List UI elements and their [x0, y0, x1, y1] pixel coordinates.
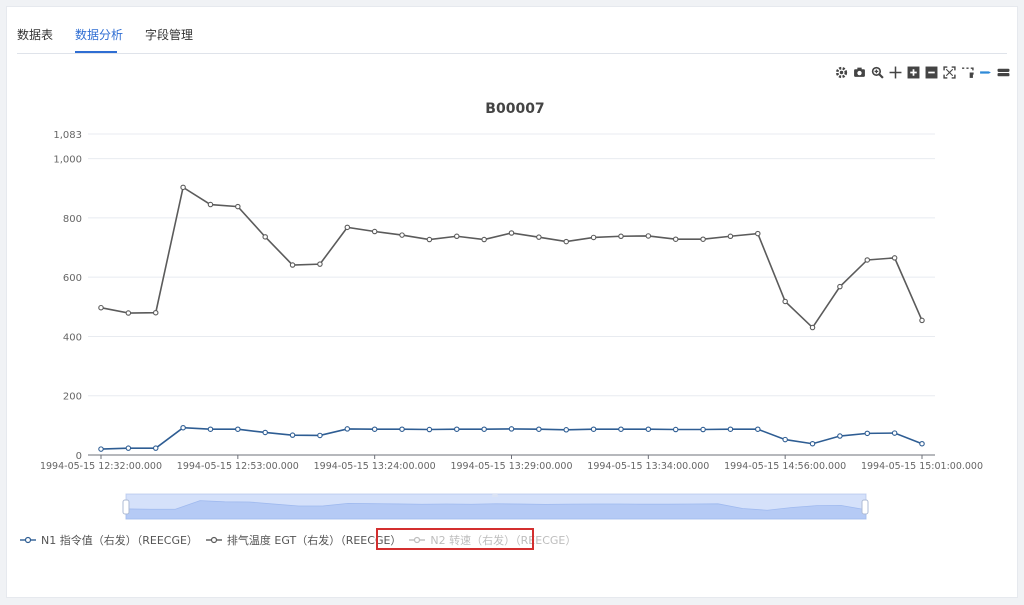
- y-tick-label: 1,083: [53, 130, 82, 141]
- data-point: [672, 426, 679, 433]
- legend-line-symbol-icon: [20, 536, 36, 544]
- data-point: [508, 426, 515, 432]
- plus-square-icon[interactable]: [906, 65, 920, 79]
- data-point: [645, 426, 652, 432]
- data-point: [727, 426, 734, 432]
- y-tick-label: 600: [63, 273, 82, 284]
- data-point: [98, 304, 104, 311]
- data-point: [125, 445, 132, 451]
- data-point: [672, 236, 679, 242]
- legend-label-n1: N1 指令值（右发）（REECGE）: [41, 534, 198, 547]
- x-tick-label: 1994-05-15 12:32:00.000: [40, 461, 162, 472]
- y-tick-label: 400: [63, 332, 82, 343]
- move-icon[interactable]: [888, 65, 902, 79]
- data-point: [125, 310, 132, 316]
- zoom-in-icon[interactable]: [870, 65, 884, 79]
- data-point: [590, 426, 597, 432]
- data-point: [180, 184, 186, 191]
- data-point: [864, 257, 871, 263]
- data-point: [919, 317, 925, 324]
- data-point: [837, 433, 843, 439]
- select-region-icon[interactable]: [960, 65, 974, 79]
- data-point: [508, 230, 515, 236]
- data-point: [207, 201, 214, 208]
- chart-title: B00007: [485, 101, 544, 117]
- data-point: [289, 432, 296, 438]
- data-point: [426, 236, 433, 243]
- data-point: [481, 426, 487, 432]
- data-point: [809, 440, 816, 447]
- data-point: [809, 324, 816, 331]
- data-point: [454, 233, 460, 240]
- data-point: [235, 203, 241, 210]
- data-point: [563, 427, 569, 433]
- data-point: [152, 445, 159, 451]
- data-point: [98, 446, 104, 452]
- series-line-1: [100, 186, 923, 329]
- data-point: [180, 424, 186, 431]
- data-point: [891, 255, 898, 261]
- zoom-drag-bar[interactable]: [492, 494, 498, 497]
- data-point: [700, 426, 706, 433]
- data-point: [235, 426, 241, 432]
- data-point: [618, 426, 624, 432]
- x-tick-label: 1994-05-15 13:24:00.000: [314, 461, 436, 472]
- data-point: [426, 426, 433, 433]
- data-point: [207, 426, 214, 432]
- data-point: [317, 432, 323, 439]
- data-point: [152, 309, 159, 316]
- data-point: [399, 426, 405, 432]
- data-point: [536, 234, 542, 240]
- data-point: [371, 426, 378, 432]
- data-point: [782, 436, 788, 443]
- data-point: [289, 262, 296, 268]
- legend-item-egt[interactable]: 排气温度 EGT（右发）（REECGE）: [205, 532, 401, 548]
- data-point: [371, 228, 378, 235]
- data-point: [454, 426, 460, 432]
- data-point: [344, 426, 351, 432]
- y-tick-label: 200: [63, 392, 82, 403]
- x-tick-label: 1994-05-15 15:01:00.000: [861, 461, 983, 472]
- data-point: [919, 440, 925, 447]
- line-toggle-icon[interactable]: [978, 65, 992, 79]
- data-point: [563, 238, 569, 245]
- data-point: [344, 224, 351, 231]
- data-point: [864, 430, 871, 437]
- data-point: [262, 429, 268, 436]
- data-point: [755, 426, 761, 432]
- x-tick-label: 1994-05-15 14:56:00.000: [724, 461, 846, 472]
- highlight-box: [376, 528, 534, 550]
- zoom-handle-right[interactable]: [861, 499, 869, 515]
- x-tick-label: 1994-05-15 13:29:00.000: [450, 461, 572, 472]
- data-point: [755, 230, 761, 237]
- data-point: [481, 236, 487, 243]
- legend-line-symbol-icon: [205, 536, 222, 544]
- zoom-slider-selection[interactable]: [126, 494, 866, 519]
- minus-square-icon[interactable]: [924, 65, 938, 79]
- zoom-handle-left[interactable]: [122, 499, 130, 515]
- data-point: [618, 233, 624, 240]
- data-point: [700, 236, 706, 242]
- data-point: [536, 426, 542, 432]
- data-point: [399, 232, 405, 238]
- fit-screen-icon[interactable]: [942, 65, 956, 79]
- data-point: [891, 430, 898, 436]
- y-tick-label: 800: [63, 214, 82, 225]
- data-point: [727, 233, 734, 240]
- y-tick-label: 1,000: [53, 155, 82, 166]
- data-point: [262, 234, 268, 240]
- data-point: [590, 234, 597, 241]
- data-point: [317, 261, 323, 267]
- stack-icon[interactable]: [996, 65, 1010, 79]
- data-point: [645, 233, 652, 239]
- chart-toolbar: [834, 64, 1010, 80]
- x-tick-label: 1994-05-15 13:34:00.000: [587, 461, 709, 472]
- camera-icon[interactable]: [852, 65, 866, 79]
- data-point: [782, 298, 788, 305]
- gear-icon[interactable]: [834, 65, 848, 79]
- line-chart: B0000702004006008001,0001,0831994-05-15 …: [40, 101, 983, 520]
- legend-item-n1[interactable]: N1 指令值（右发）（REECGE）: [20, 532, 198, 548]
- x-tick-label: 1994-05-15 12:53:00.000: [177, 461, 299, 472]
- data-point: [837, 283, 843, 290]
